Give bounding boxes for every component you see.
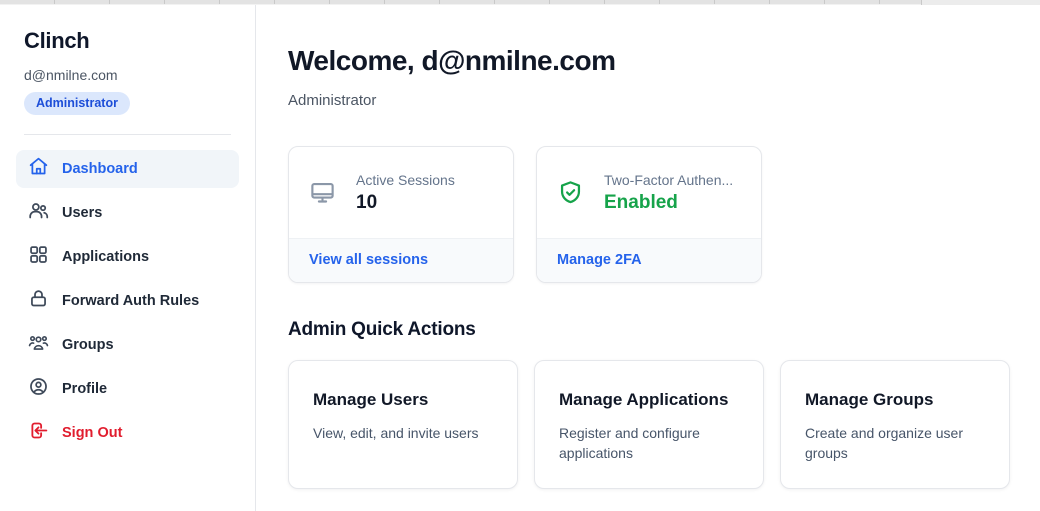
two-factor-card: Two-Factor Authen... Enabled Manage 2FA: [536, 146, 762, 283]
sidebar-item-dashboard[interactable]: Dashboard: [16, 150, 239, 188]
sidebar-item-label: Profile: [62, 381, 107, 397]
stat-cards-row: Active Sessions 10 View all sessions: [288, 146, 1010, 283]
quick-actions-row: Manage Users View, edit, and invite user…: [288, 360, 1010, 489]
sidebar-item-profile[interactable]: Profile: [16, 370, 239, 408]
page-subtitle: Administrator: [288, 92, 1010, 109]
app-title: Clinch: [16, 28, 239, 54]
manage-applications-card[interactable]: Manage Applications Register and configu…: [534, 360, 764, 489]
sidebar-item-label: Applications: [62, 249, 149, 265]
user-email: d@nmilne.com: [16, 67, 239, 83]
shield-check-icon: [557, 179, 584, 206]
view-all-sessions-link[interactable]: View all sessions: [309, 252, 428, 268]
stat-card-footer: Manage 2FA: [537, 238, 761, 282]
users-icon: [28, 200, 49, 226]
stat-value: 10: [356, 192, 455, 214]
sidebar-item-label: Sign Out: [62, 425, 122, 441]
sidebar-item-applications[interactable]: Applications: [16, 238, 239, 276]
stat-value: Enabled: [604, 192, 733, 214]
stat-card-footer: View all sessions: [289, 238, 513, 282]
action-card-description: Create and organize user groups: [805, 423, 985, 464]
sidebar-item-groups[interactable]: Groups: [16, 326, 239, 364]
lock-icon: [28, 288, 49, 314]
sidebar-item-label: Dashboard: [62, 161, 138, 177]
role-badge: Administrator: [24, 92, 130, 115]
page-title: Welcome, d@nmilne.com: [288, 45, 1010, 77]
active-sessions-card: Active Sessions 10 View all sessions: [288, 146, 514, 283]
sidebar-item-label: Groups: [62, 337, 114, 353]
action-card-description: View, edit, and invite users: [313, 423, 493, 443]
groups-icon: [28, 332, 49, 358]
sidebar-divider: [24, 134, 231, 135]
sidebar-item-label: Forward Auth Rules: [62, 293, 199, 309]
manage-2fa-link[interactable]: Manage 2FA: [557, 252, 642, 268]
sidebar-item-forward-auth-rules[interactable]: Forward Auth Rules: [16, 282, 239, 320]
sidebar-nav: Dashboard Users Applic: [16, 150, 239, 452]
main-content: Welcome, d@nmilne.com Administrator Acti…: [256, 5, 1040, 511]
sidebar: Clinch d@nmilne.com Administrator Dashbo…: [0, 5, 256, 511]
stat-card-body: Two-Factor Authen... Enabled: [537, 147, 761, 238]
sidebar-item-users[interactable]: Users: [16, 194, 239, 232]
stat-texts: Two-Factor Authen... Enabled: [604, 172, 733, 214]
stat-card-body: Active Sessions 10: [289, 147, 513, 238]
manage-users-card[interactable]: Manage Users View, edit, and invite user…: [288, 360, 518, 489]
browser-tab-strip: [0, 0, 1040, 5]
action-card-title: Manage Users: [313, 390, 493, 410]
manage-groups-card[interactable]: Manage Groups Create and organize user g…: [780, 360, 1010, 489]
action-card-title: Manage Applications: [559, 390, 739, 410]
quick-actions-title: Admin Quick Actions: [288, 319, 1010, 341]
home-icon: [28, 156, 49, 182]
sign-out-icon: [28, 420, 49, 446]
app-root: Clinch d@nmilne.com Administrator Dashbo…: [0, 5, 1040, 511]
profile-icon: [28, 376, 49, 402]
apps-grid-icon: [28, 244, 49, 270]
action-card-title: Manage Groups: [805, 390, 985, 410]
monitor-icon: [309, 179, 336, 206]
stat-texts: Active Sessions 10: [356, 172, 455, 214]
stat-label: Active Sessions: [356, 172, 455, 188]
sidebar-item-sign-out[interactable]: Sign Out: [16, 414, 239, 452]
sidebar-item-label: Users: [62, 205, 102, 221]
stat-label: Two-Factor Authen...: [604, 172, 733, 188]
action-card-description: Register and configure applications: [559, 423, 739, 464]
